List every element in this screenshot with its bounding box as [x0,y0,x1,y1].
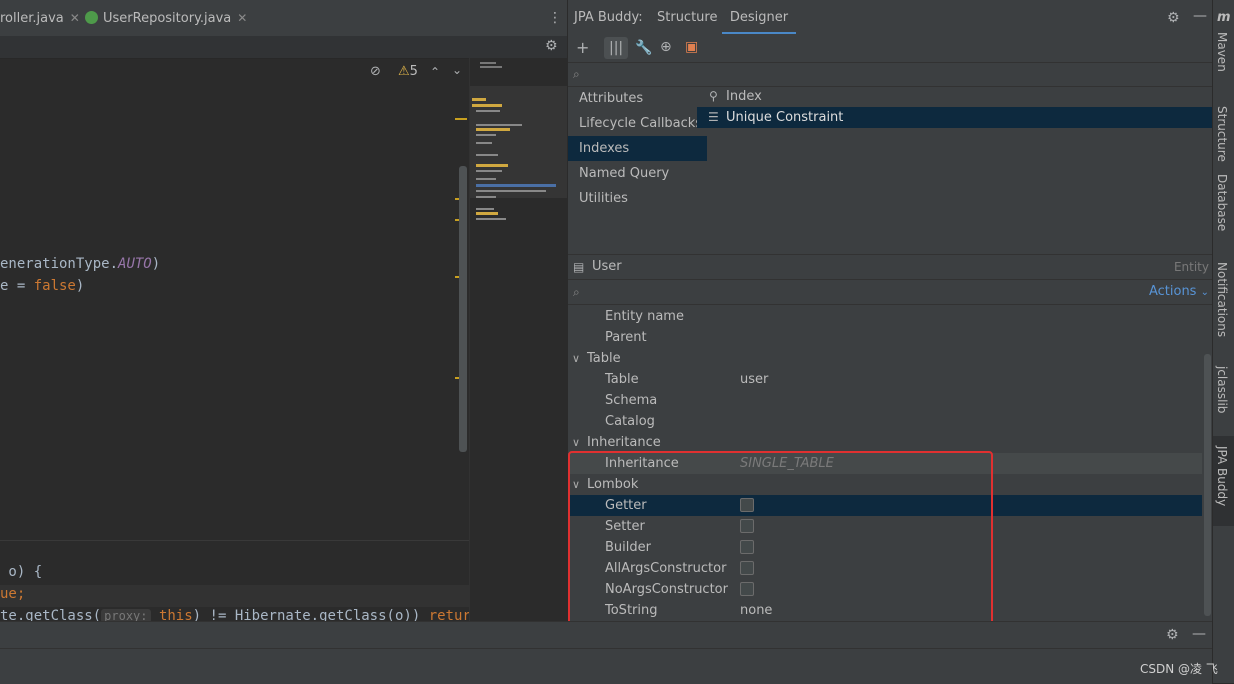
columns-icon: ||| [609,40,624,56]
property-row[interactable]: Schema [568,390,1202,411]
chevron-down-icon: ∨ [572,352,581,365]
minimap[interactable] [469,58,568,621]
tool-window-maven[interactable]: Maven [1215,32,1229,72]
warnings-count: 5 [409,64,418,79]
nav-lifecycle-callbacks[interactable]: Lifecycle Callbacks [568,111,707,136]
chevron-down-icon: ∨ [572,436,581,449]
editor-toolbar: ⚙ [0,36,567,59]
reader-mode-icon[interactable]: ⊘ [370,64,381,80]
database-table-icon: ▤ [573,260,585,274]
minimize-icon[interactable]: — [1193,8,1207,24]
panel-title: JPA Buddy: [574,10,643,25]
search-icon: ⌕ [573,67,580,81]
editor-tab-user-repository[interactable]: UserRepository.java ✕ [85,0,247,36]
current-line-highlight [0,585,469,607]
tab-structure[interactable]: Structure [657,0,717,36]
code-editor[interactable]: roller.java ✕ UserRepository.java ✕ ⋮ ⚙ ⊘ … [0,0,568,624]
highlight-annotation-box [568,451,993,640]
more-options-icon[interactable]: ⋮ [548,10,562,26]
java-file-icon [85,11,98,24]
code-line[interactable]: enerationType.AUTO) [0,256,160,272]
gear-icon[interactable]: ⚙ [545,38,558,54]
error-stripe-mark[interactable] [455,118,467,120]
maven-logo-icon: m [1217,10,1231,25]
minimize-icon[interactable]: — [1192,626,1206,642]
crosshair-icon[interactable]: ⊕ [660,39,672,55]
tool-window-database[interactable]: Database [1215,174,1229,231]
palette-item-index[interactable]: ⚲ Index [697,86,1213,107]
property-group-inheritance[interactable]: ∨ Inheritance [568,432,1202,453]
nav-utilities[interactable]: Utilities [568,186,707,211]
property-row[interactable]: Entity name [568,306,1202,327]
nav-attributes[interactable]: Attributes [568,86,707,111]
wrench-icon[interactable]: 🔧 [635,40,652,56]
property-row[interactable]: Table user [568,369,1202,390]
divider [0,540,469,541]
nav-indexes[interactable]: Indexes [568,136,707,161]
chevron-up-icon[interactable]: ⌃ [430,64,440,80]
tab-label: UserRepository.java [103,11,232,26]
gear-icon[interactable]: ⚙ [1167,10,1180,26]
tab-label: roller.java [0,11,64,26]
chevron-down-icon: ⌄ [1200,287,1209,298]
nav-named-query[interactable]: Named Query [568,161,707,186]
bottom-tool-window-header: ⚙ — [0,621,1212,649]
property-row[interactable]: Catalog [568,411,1202,432]
palette-item-label: Unique Constraint [726,110,844,125]
palette-search[interactable]: ⌕ [568,62,1213,87]
palette-item-unique-constraint[interactable]: ☰ Unique Constraint [697,107,1213,128]
editor-tab-controller[interactable]: roller.java ✕ [0,0,80,36]
tool-window-structure[interactable]: Structure [1215,106,1229,162]
inspector-scrollbar[interactable] [1204,354,1211,616]
palette-toggle[interactable]: ||| [604,37,628,59]
entity-name: User [592,259,622,274]
warnings-indicator[interactable]: ⚠5 [398,64,418,79]
warning-icon: ⚠ [398,64,410,79]
inspector-search[interactable]: ⌕ Actions ⌄ [568,279,1213,305]
add-icon[interactable]: + [576,40,589,56]
code-line[interactable]: e = false) [0,278,84,294]
palette-categories: Attributes Lifecycle Callbacks Indexes N… [568,86,707,216]
property-group-table[interactable]: ∨ Table [568,348,1202,369]
status-bar [0,648,1212,684]
preview-window-icon[interactable]: ▣ [685,39,698,55]
close-icon[interactable]: ✕ [237,11,247,25]
search-icon: ⌕ [573,285,580,299]
palette-item-label: Index [726,89,762,104]
code-line[interactable]: ue; [0,586,25,602]
tab-designer[interactable]: Designer [722,0,796,34]
chevron-down-icon[interactable]: ⌄ [452,62,462,78]
watermark: CSDN @凌 飞 [1140,662,1218,676]
designer-toolbar: + ||| 🔧 ⊕ ▣ [568,36,1213,62]
unique-constraint-icon: ☰ [708,110,719,124]
entity-header: ▤ User Entity [568,254,1213,279]
tool-window-notifications[interactable]: Notifications [1215,262,1229,337]
tool-window-jpa-buddy-active[interactable]: JPA Buddy [1213,436,1234,526]
property-row[interactable]: Parent [568,327,1202,348]
gear-icon[interactable]: ⚙ [1166,627,1179,643]
actions-label: Actions [1148,284,1197,299]
tool-window-jclasslib[interactable]: jclasslib [1215,366,1229,413]
close-icon[interactable]: ✕ [70,11,80,25]
editor-tab-bar: roller.java ✕ UserRepository.java ✕ ⋮ [0,0,567,37]
code-line[interactable]: o) { [0,564,42,580]
editor-scrollbar[interactable] [459,166,467,452]
tool-window-strip: m Maven Structure Database Notifications… [1212,0,1234,683]
actions-dropdown[interactable]: Actions ⌄ [1149,280,1209,305]
tool-window-jpa-buddy: JPA Buddy [1215,446,1229,507]
key-icon: ⚲ [709,89,718,103]
entity-kind: Entity [1173,260,1209,274]
